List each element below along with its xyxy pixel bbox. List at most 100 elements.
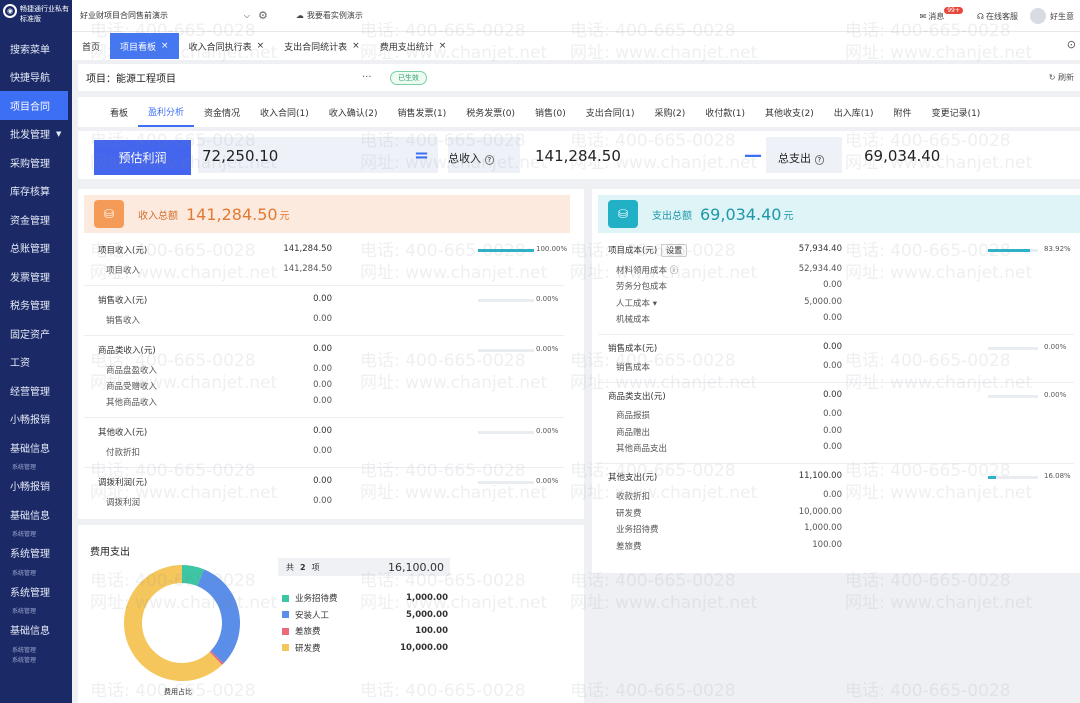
sidebar-item[interactable]: 总账管理 [0, 234, 72, 263]
sidebar-item[interactable]: 基础信息 [0, 433, 72, 462]
child-name: 其他商品收入 [106, 398, 158, 408]
settings-button[interactable]: 设置 [661, 244, 688, 257]
tabs-collapse-icon[interactable]: ⊙ [1067, 38, 1076, 51]
subtab-11[interactable]: 其他收支(2) [755, 97, 824, 127]
sidebar-item[interactable]: 基础信息 [0, 500, 72, 529]
subtab-9[interactable]: 采购(2) [645, 97, 696, 127]
subtab-14[interactable]: 变更记录(1) [922, 97, 991, 127]
sidebar-item[interactable]: 系统管理 [0, 644, 72, 654]
ratio-bar [478, 299, 534, 302]
tab-2[interactable]: 收入合同执行表 × [179, 32, 275, 60]
donut-slice-1[interactable] [197, 569, 240, 664]
group-name: 商品类收入(元) [98, 346, 156, 356]
subtab-2[interactable]: 资金情况 [194, 97, 250, 127]
chevron-down-icon: ⌵ [243, 10, 250, 20]
child-row: 材料领用成本 ⓘ 52,934.40 [592, 264, 1080, 280]
group-row: 销售收入(元) 0.00 0.00% [78, 294, 584, 310]
income-header: ⛁ 收入总额 141,284.50 元 [84, 195, 570, 233]
project-header: 项目：能源工程项目 ··· 已生效 ↻ 刷新 [78, 64, 1080, 91]
demo-link[interactable]: ☁ 我要看实例演示 [296, 10, 363, 21]
sidebar-item[interactable]: 税务管理 [0, 291, 72, 320]
close-icon[interactable]: × [352, 41, 360, 51]
ratio-bar [478, 431, 534, 434]
legend-label: 安装人工 [295, 610, 330, 621]
group-percent: 16.08% [1044, 471, 1071, 480]
sidebar-item[interactable]: 小畅报销 [0, 472, 72, 501]
sidebar-item[interactable]: 快捷导航 [0, 63, 72, 92]
sidebar-item[interactable]: 搜索菜单 [0, 34, 72, 63]
tab-1[interactable]: 项目看板 × [110, 33, 179, 59]
gear-icon[interactable]: ⚙ [258, 9, 268, 22]
user-label: 好生意 [1050, 11, 1074, 21]
tab-0[interactable]: 首页 [72, 32, 110, 60]
database-minus-icon: ⛁ [608, 200, 638, 228]
sidebar-item[interactable]: 采购管理 [0, 148, 72, 177]
help-icon[interactable]: ? [484, 155, 495, 165]
group-amount: 0.00 [313, 476, 332, 486]
sidebar-item-label: 系统管理 [12, 531, 37, 538]
service-button[interactable]: ☊ 在线客服 [977, 11, 1018, 22]
legend-item[interactable]: 差旅费 100.00 [282, 624, 452, 638]
child-amount: 0.00 [823, 280, 842, 290]
brand-edition: 标准版 [20, 15, 41, 23]
subtab-12[interactable]: 出入库(1) [824, 97, 884, 127]
project-select[interactable]: 好业财项目合同售前演示 ⌵ [80, 10, 250, 21]
sidebar-item[interactable]: 固定资产 [0, 319, 72, 348]
legend-item[interactable]: 安装人工 5,000.00 [282, 608, 452, 622]
sidebar-item-label: 发票管理 [10, 272, 50, 284]
subtab-5[interactable]: 销售发票(1) [388, 97, 457, 127]
help-icon[interactable]: ? [814, 155, 825, 165]
sidebar-item[interactable]: 发票管理 [0, 262, 72, 291]
brand-logo-icon: ◉ [3, 4, 17, 18]
subtab-7[interactable]: 销售(0) [525, 97, 576, 127]
tab-4[interactable]: 费用支出统计 × [370, 32, 457, 60]
expense-panel: ⛁ 支出总额 69,034.40 元 项目成本(元) 设置 57,934.40 83.… [592, 189, 1080, 573]
subtab-4[interactable]: 收入确认(2) [319, 97, 388, 127]
close-icon[interactable]: × [439, 41, 447, 51]
legend-item[interactable]: 研发费 10,000.00 [282, 641, 452, 655]
sidebar-item[interactable]: 资金管理 [0, 205, 72, 234]
sidebar-item[interactable]: 经营管理 [0, 376, 72, 405]
sidebar-item[interactable]: 系统管理 [0, 606, 72, 616]
sidebar-item[interactable]: 系统管理 [0, 567, 72, 577]
subtab-6[interactable]: 税务发票(0) [456, 97, 525, 127]
child-name: 差旅费 [616, 541, 642, 552]
group-name: 其他收入(元) [98, 428, 148, 438]
group-amount: 0.00 [823, 341, 842, 352]
sidebar-item[interactable]: 系统管理 [0, 462, 72, 472]
sidebar-item[interactable]: 项目合同 [0, 91, 68, 120]
subtab-13[interactable]: 附件 [884, 97, 922, 127]
close-icon[interactable]: × [161, 41, 169, 51]
divider [598, 462, 1074, 464]
sidebar-item[interactable]: 工资 [0, 348, 72, 377]
group-percent: 0.00% [536, 295, 559, 303]
subtab-1[interactable]: 盈利分析 [138, 97, 195, 127]
subtab-8[interactable]: 支出合同(1) [576, 97, 645, 127]
sidebar-item[interactable]: 系统管理 [0, 539, 72, 568]
message-button[interactable]: ✉ 消息 99+ [920, 6, 965, 22]
sidebar-item[interactable]: 基础信息 [0, 616, 72, 645]
close-icon[interactable]: × [257, 41, 265, 51]
more-icon[interactable]: ··· [362, 72, 372, 83]
subtab-0[interactable]: 看板 [100, 97, 138, 127]
child-name: 商品盘盈收入 [106, 366, 158, 376]
refresh-button[interactable]: ↻ 刷新 [1049, 72, 1074, 83]
user-menu[interactable]: 好生意 [1030, 8, 1074, 24]
brand-name: 畅捷通行业私有 [20, 5, 69, 13]
estimate-profit-button[interactable]: 预估利润 [94, 140, 191, 175]
child-name: 材料领用成本 ⓘ [616, 265, 679, 276]
income-currency: 元 [279, 210, 290, 222]
subtab-3[interactable]: 收入合同(1) [250, 97, 319, 127]
subtab-10[interactable]: 收付款(1) [695, 97, 755, 127]
status-badge: 已生效 [390, 71, 427, 85]
sidebar-item[interactable]: 系统管理 [0, 577, 72, 606]
legend-item[interactable]: 业务招待费 1,000.00 [282, 591, 452, 605]
sidebar-item[interactable]: 库存核算 [0, 177, 72, 206]
sidebar-item-label: 系统管理 [12, 464, 37, 471]
tab-3[interactable]: 支出合同统计表 × [274, 32, 370, 60]
sidebar-item-label: 库存核算 [10, 187, 50, 199]
sidebar-item[interactable]: 系统管理 [0, 654, 72, 664]
sidebar-item[interactable]: 批发管理 ▼ [0, 120, 72, 149]
sidebar-item[interactable]: 系统管理 [0, 529, 72, 539]
sidebar-item[interactable]: 小畅报销 [0, 405, 72, 434]
